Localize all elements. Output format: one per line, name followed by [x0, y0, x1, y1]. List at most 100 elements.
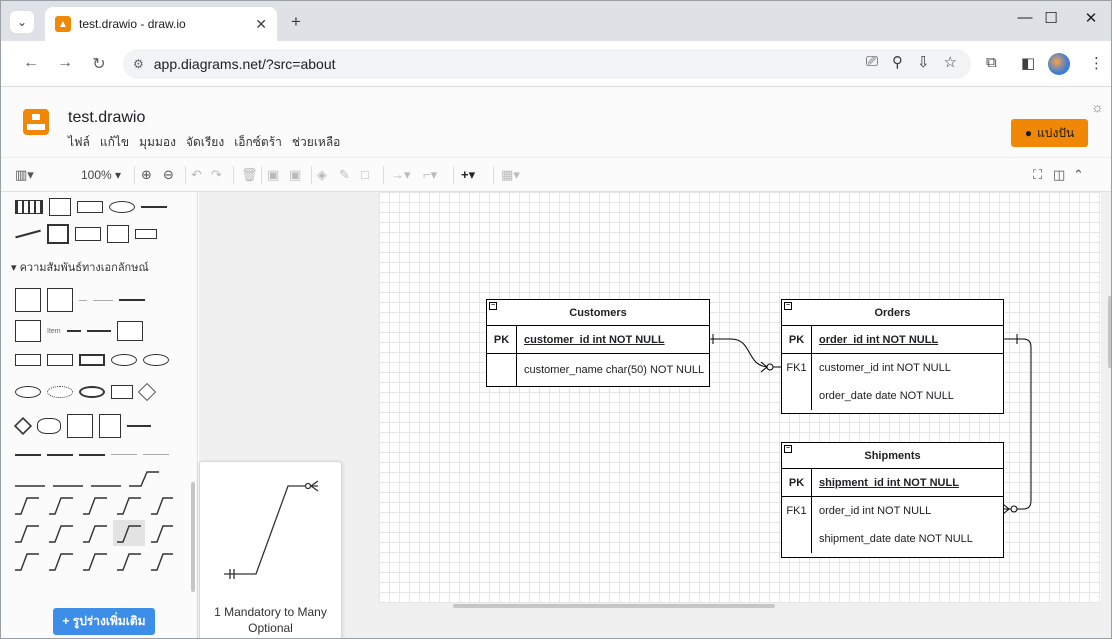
table-row[interactable]: FK1 customer_id int NOT NULL: [782, 354, 1003, 382]
to-back-icon[interactable]: ▣: [289, 167, 301, 183]
menu-extras[interactable]: เอ็กซ์ตร้า: [234, 133, 282, 152]
redo-icon[interactable]: ↷: [211, 167, 222, 183]
shape-line[interactable]: [127, 425, 151, 427]
shape-line[interactable]: [141, 206, 167, 208]
back-button[interactable]: ←: [21, 54, 41, 72]
table-row[interactable]: PK shipment_id int NOT NULL: [782, 469, 1003, 497]
format-toggle-icon[interactable]: ◫: [1053, 167, 1065, 183]
shape-line[interactable]: [15, 454, 41, 456]
menu-arrange[interactable]: จัดเรียง: [186, 133, 224, 152]
share-button[interactable]: ● แบ่งปัน: [1011, 119, 1088, 147]
shape-entity[interactable]: [15, 354, 41, 366]
shape-table[interactable]: [49, 198, 71, 216]
line-color-icon[interactable]: ✎: [339, 167, 350, 183]
table-header[interactable]: − Shipments: [782, 443, 1003, 469]
maximize-button[interactable]: ☐: [1031, 9, 1071, 27]
shape-box[interactable]: [135, 229, 157, 239]
connection-icon[interactable]: →▾: [391, 167, 411, 183]
shape-line[interactable]: [79, 454, 105, 456]
shape-table[interactable]: [15, 288, 41, 312]
format-panel-icon[interactable]: ▥▾: [15, 167, 34, 183]
shape-relationship[interactable]: [137, 382, 157, 402]
table-icon[interactable]: ▦▾: [501, 167, 520, 183]
menu-help[interactable]: ช่วยเหลือ: [292, 133, 341, 152]
horizontal-scrollbar[interactable]: [453, 604, 775, 608]
menu-edit[interactable]: แก้ไข: [100, 133, 129, 152]
insert-icon[interactable]: +▾: [461, 167, 475, 183]
shape-table[interactable]: [116, 321, 143, 341]
shape-note[interactable]: [99, 414, 121, 438]
collapse-icon[interactable]: ⌃: [1073, 167, 1084, 183]
shape-attribute[interactable]: [111, 354, 137, 366]
shape-cloud[interactable]: [37, 418, 61, 434]
zoom-icon[interactable]: ⚲: [892, 53, 903, 71]
shape-line[interactable]: [93, 299, 113, 301]
close-tab-icon[interactable]: ✕: [255, 16, 267, 33]
shape-entity[interactable]: [47, 354, 73, 366]
shape-table[interactable]: [67, 414, 93, 438]
table-row[interactable]: PK order_id int NOT NULL: [782, 326, 1003, 354]
new-tab-button[interactable]: +: [285, 11, 307, 33]
shape-table[interactable]: [47, 288, 73, 312]
collapse-icon[interactable]: −: [784, 445, 792, 453]
sidebar-scrollbar[interactable]: [191, 482, 195, 592]
profile-avatar[interactable]: [1048, 53, 1070, 75]
shape-table[interactable]: [15, 320, 41, 342]
fill-color-icon[interactable]: ◈: [317, 167, 327, 183]
extensions-icon[interactable]: ⧉: [986, 54, 997, 71]
shape-entity[interactable]: [79, 354, 105, 366]
er-table-orders[interactable]: − Orders PK order_id int NOT NULL FK1 cu…: [781, 299, 1004, 414]
er-table-shipments[interactable]: − Shipments PK shipment_id int NOT NULL …: [781, 442, 1004, 558]
browser-tab[interactable]: ▲ test.drawio - draw.io ✕: [45, 7, 277, 41]
section-header-er[interactable]: ▾ ความสัมพันธ์ทางเอกลักษณ์: [11, 258, 149, 276]
shadow-icon[interactable]: □: [361, 167, 369, 182]
shape-line[interactable]: [111, 454, 137, 456]
side-panel-icon[interactable]: ◧: [1021, 54, 1035, 72]
shape-ellipse[interactable]: [109, 201, 135, 213]
shape-attribute[interactable]: [15, 386, 41, 398]
shape-item-text[interactable]: Item: [47, 328, 61, 335]
site-settings-icon[interactable]: ⚙: [133, 57, 144, 71]
shape-line[interactable]: [119, 299, 145, 301]
shape-attribute[interactable]: [143, 354, 169, 366]
undo-icon[interactable]: ↶: [191, 167, 202, 183]
more-shapes-button[interactable]: + รูปร่างเพิ่มเติม: [53, 608, 155, 635]
table-row[interactable]: shipment_date date NOT NULL: [782, 525, 1003, 553]
install-app-icon[interactable]: ⎚: [866, 53, 878, 71]
table-header[interactable]: − Customers: [487, 300, 709, 326]
table-row[interactable]: FK1 order_id int NOT NULL: [782, 497, 1003, 525]
table-row[interactable]: PK customer_id int NOT NULL: [487, 326, 709, 354]
shape-line[interactable]: [79, 299, 87, 301]
shape-line[interactable]: [66, 330, 81, 332]
tab-search-button[interactable]: ⌄: [10, 11, 34, 33]
close-window-button[interactable]: ✕: [1071, 9, 1111, 27]
menu-view[interactable]: มุมมอง: [139, 133, 176, 152]
forward-button[interactable]: →: [55, 54, 75, 72]
chrome-menu-icon[interactable]: ⋮: [1089, 54, 1104, 72]
reload-button[interactable]: ↻: [89, 54, 109, 74]
table-row[interactable]: customer_name char(50) NOT NULL: [487, 354, 709, 386]
document-title[interactable]: test.drawio: [68, 109, 145, 127]
collapse-icon[interactable]: −: [784, 302, 792, 310]
shape-entity[interactable]: [15, 200, 43, 214]
share-page-icon[interactable]: ⇩: [917, 53, 930, 71]
shape-line[interactable]: [15, 229, 41, 239]
relation-shapes[interactable]: [15, 470, 185, 590]
shape-folder[interactable]: [107, 225, 129, 243]
shape-attribute[interactable]: [47, 386, 73, 398]
menu-file[interactable]: ไฟล์: [68, 133, 90, 152]
waypoints-icon[interactable]: ⌐▾: [423, 167, 437, 183]
zoom-level[interactable]: 100% ▾: [81, 168, 121, 182]
delete-icon[interactable]: 🗑: [241, 167, 258, 183]
collapse-icon[interactable]: −: [489, 302, 497, 310]
shape-line[interactable]: [143, 454, 169, 456]
shape-box[interactable]: [75, 227, 101, 241]
address-bar[interactable]: ⚙ app.diagrams.net/?src=about ⎚ ⚲ ⇩ ☆: [123, 49, 971, 79]
vertical-scrollbar[interactable]: [1108, 296, 1111, 368]
theme-toggle-icon[interactable]: ☼: [1091, 99, 1104, 115]
fullscreen-icon[interactable]: ⛶: [1033, 167, 1042, 183]
bookmark-star-icon[interactable]: ☆: [944, 53, 957, 71]
zoom-in-icon[interactable]: ⊕: [141, 167, 152, 183]
to-front-icon[interactable]: ▣: [267, 167, 279, 183]
shape-relationship[interactable]: [13, 416, 33, 436]
